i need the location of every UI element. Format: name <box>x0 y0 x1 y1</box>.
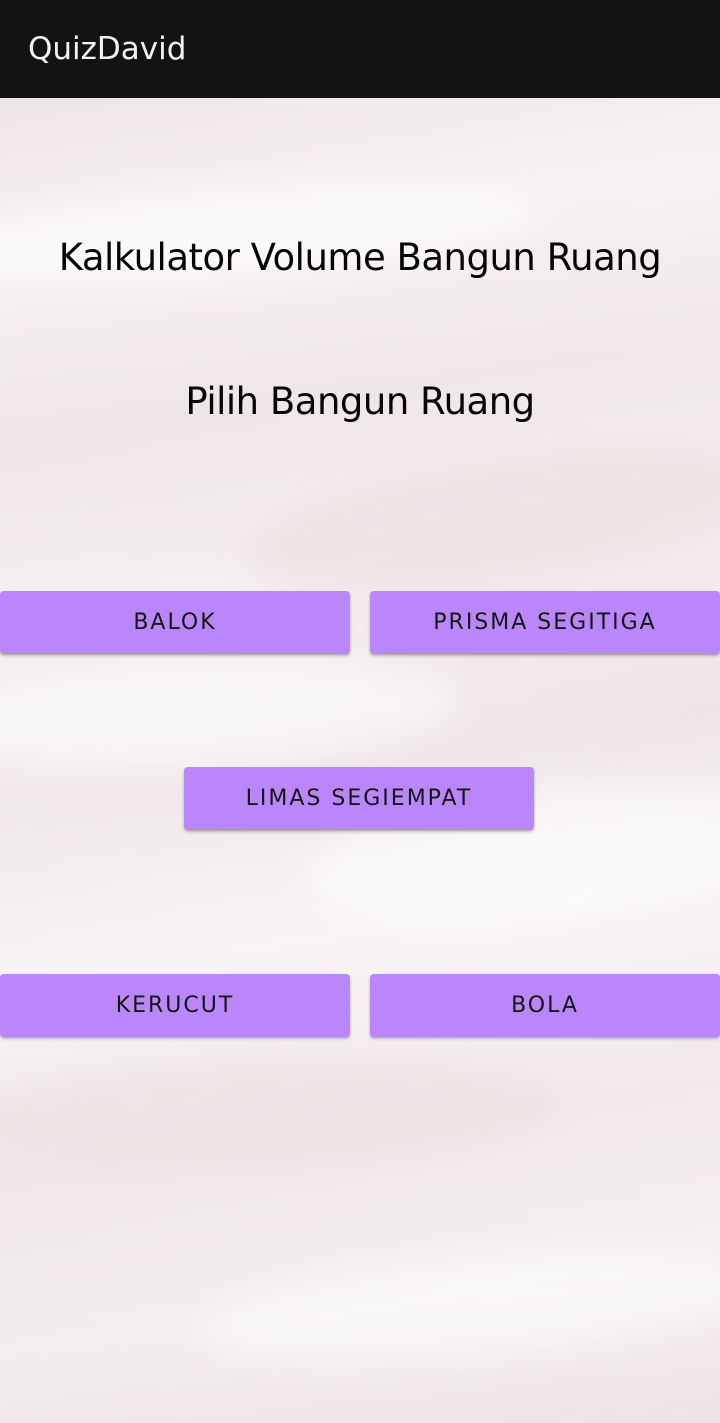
balok-button[interactable]: BALOK <box>0 591 350 654</box>
bola-button[interactable]: BOLA <box>370 974 720 1037</box>
page-title: Kalkulator Volume Bangun Ruang <box>58 236 662 279</box>
section-subtitle: Pilih Bangun Ruang <box>185 380 535 423</box>
kerucut-button[interactable]: KERUCUT <box>0 974 350 1037</box>
app-title: QuizDavid <box>28 30 187 67</box>
prisma-segitiga-button[interactable]: PRISMA SEGITIGA <box>370 591 720 654</box>
main-content <box>0 98 720 1423</box>
background-texture <box>0 166 543 300</box>
app-bar: QuizDavid <box>0 0 720 98</box>
limas-segiempat-button[interactable]: LIMAS SEGIEMPAT <box>184 767 534 830</box>
